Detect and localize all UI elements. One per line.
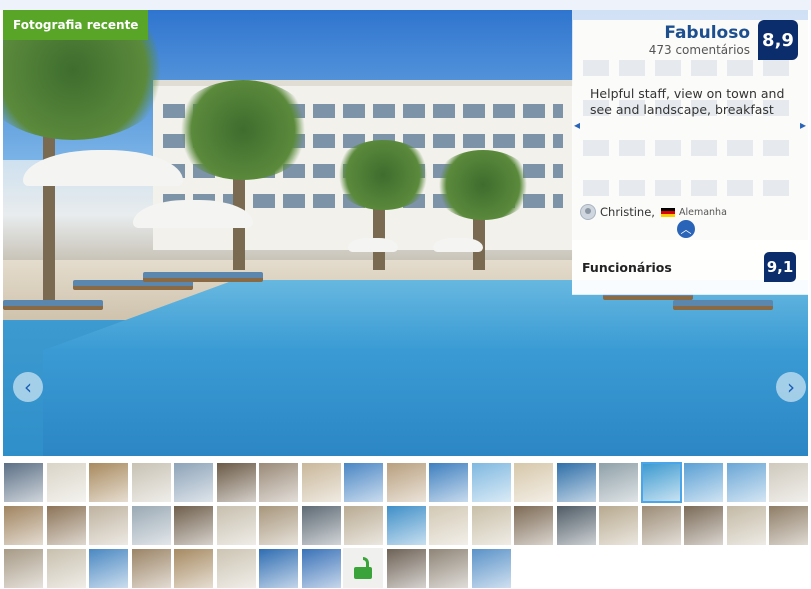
thumbnail[interactable] (300, 505, 342, 546)
review-quote: Helpful staff, view on town and see and … (590, 86, 785, 117)
thumbnail[interactable] (173, 548, 214, 589)
thumbnail[interactable] (513, 505, 554, 546)
recent-photo-badge: Fotografia recente (3, 10, 149, 40)
thumbnail[interactable] (470, 548, 512, 589)
score-word: Fabuloso (664, 23, 750, 43)
next-photo-button[interactable]: › (776, 372, 806, 402)
next-review-icon[interactable]: ▸ (800, 118, 806, 132)
category-score: 9,1 (764, 252, 796, 282)
thumbnail[interactable] (3, 548, 44, 589)
thumbnail[interactable] (428, 548, 469, 589)
thumbnail[interactable] (683, 462, 724, 503)
thumbnail[interactable] (88, 548, 129, 589)
thumbnail[interactable] (173, 462, 214, 503)
reviewer: Christine, Alemanha (580, 204, 727, 220)
thumbnail[interactable] (768, 505, 809, 546)
thumbnail[interactable] (88, 505, 129, 546)
thumbnail[interactable] (470, 505, 512, 546)
thumbnail[interactable] (555, 462, 597, 503)
thumbnail[interactable] (45, 548, 87, 589)
thumbnail[interactable] (300, 548, 342, 589)
thumbnail[interactable] (640, 505, 682, 546)
thumbnail[interactable] (725, 505, 767, 546)
score-badge: 8,9 (758, 20, 798, 60)
reviewer-country: Alemanha (678, 206, 727, 218)
review-count: 473 comentários (648, 43, 750, 57)
thumbnail[interactable] (258, 462, 299, 503)
thumbnail[interactable] (258, 505, 299, 546)
thumbnail[interactable] (130, 462, 172, 503)
unlock-icon (354, 557, 372, 579)
prev-photo-button[interactable]: ‹ (13, 372, 43, 402)
thumbnail[interactable] (598, 505, 639, 546)
thumbnail[interactable] (343, 505, 384, 546)
category-label: Funcionários (582, 260, 672, 275)
thumbnail[interactable] (725, 462, 767, 503)
thumbnail[interactable] (215, 548, 257, 589)
thumbnail[interactable] (130, 548, 172, 589)
thumbnail[interactable] (343, 462, 384, 503)
thumbnail[interactable] (258, 548, 299, 589)
thumbnail[interactable] (598, 462, 639, 503)
thumbnail[interactable] (130, 505, 172, 546)
thumbnail[interactable] (640, 462, 682, 503)
thumbnail[interactable] (300, 462, 342, 503)
germany-flag-icon (660, 207, 675, 217)
thumbnail[interactable] (45, 462, 87, 503)
thumbnail[interactable] (173, 505, 214, 546)
thumbnail[interactable] (215, 462, 257, 503)
thumbnail[interactable] (428, 462, 469, 503)
thumbnail[interactable] (513, 462, 554, 503)
thumbnail[interactable] (470, 462, 512, 503)
thumbnail[interactable] (683, 505, 724, 546)
thumbnail[interactable] (3, 505, 44, 546)
unlock-more-photos-button[interactable] (343, 548, 383, 588)
thumbnail[interactable] (45, 505, 87, 546)
thumbnail[interactable] (385, 505, 427, 546)
top-strip (0, 0, 811, 10)
score-header[interactable]: Fabuloso 473 comentários 8,9 (649, 20, 798, 60)
prev-review-icon[interactable]: ◂ (574, 118, 580, 132)
category-score-panel: Funcionários 9,1 (572, 240, 808, 294)
avatar (580, 204, 596, 220)
thumbnail[interactable] (385, 462, 427, 503)
thumbnail[interactable] (768, 462, 809, 503)
thumbnail[interactable] (88, 462, 129, 503)
thumbnail[interactable] (385, 548, 427, 589)
thumbnail[interactable] (3, 462, 44, 503)
collapse-icon[interactable]: ︿ (677, 220, 695, 238)
thumbnail[interactable] (428, 505, 469, 546)
thumbnail[interactable] (555, 505, 597, 546)
thumbnail[interactable] (215, 505, 257, 546)
reviewer-name: Christine, (600, 205, 655, 219)
